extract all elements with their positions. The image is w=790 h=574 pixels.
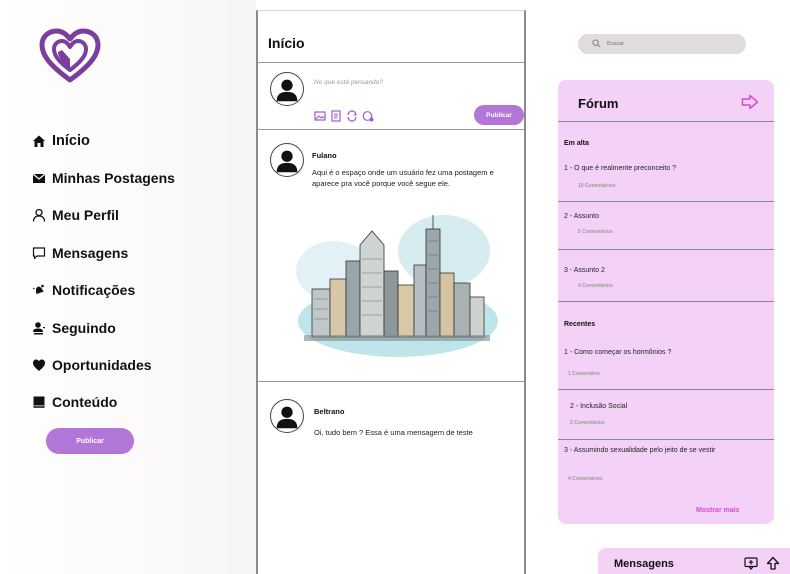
topic-title: 3 - Assunto 2 [564, 267, 605, 274]
nav-item-label: Seguindo [52, 319, 116, 336]
sidebar: Início Minhas Postagens Meu Perfil Mensa… [0, 0, 256, 574]
post-author[interactable]: Fulano [312, 151, 337, 160]
nav-item-label: Início [52, 132, 90, 149]
heart-icon [32, 358, 46, 372]
messages-bar-title: Mensagens [614, 558, 674, 570]
avatar[interactable] [270, 143, 304, 177]
nav-item-label: Minhas Postagens [52, 170, 175, 187]
divider [558, 201, 774, 202]
search-input[interactable] [607, 41, 727, 47]
divider [258, 381, 524, 382]
divider [558, 249, 774, 250]
nav-item-label: Meu Perfil [52, 207, 119, 224]
nav-item-label: Notificações [52, 282, 136, 299]
divider [558, 389, 774, 390]
topic-comments: 1 Comentário [568, 371, 600, 377]
forum-topic[interactable]: 3 - Assunto 2 4 Comentários [558, 264, 774, 304]
repost-icon[interactable] [346, 109, 358, 122]
chat-icon [32, 246, 46, 260]
topic-title: 2 - Inclusão Social [570, 403, 628, 410]
feed: Início No que está pensando? Publicar Fu… [256, 10, 526, 574]
nav-item-label: Oportunidades [52, 357, 152, 374]
nav-item-oportunidades[interactable]: Oportunidades [32, 346, 175, 383]
avatar[interactable] [270, 72, 304, 106]
post-text: Oi, tudo bem ? Essa é uma mensagem de te… [314, 428, 473, 437]
section-label-recent: Recentes [564, 321, 596, 328]
nav-item-inicio[interactable]: Início [32, 122, 175, 159]
forum-header: Fórum [558, 80, 774, 122]
composer-input[interactable]: No que está pensando? [314, 79, 383, 86]
topic-comments: 4 Comentários [568, 476, 603, 482]
emoji-icon[interactable] [362, 109, 374, 122]
topic-title: 1 - Como começar os hormônios ? [564, 349, 672, 356]
search-icon [592, 35, 601, 53]
heart-logo-icon[interactable] [38, 28, 102, 84]
nav-item-label: Conteúdo [52, 394, 118, 411]
show-more-link[interactable]: Mostrar mais [696, 507, 740, 514]
topic-comments: 10 Comentários [578, 183, 616, 189]
divider [558, 301, 774, 302]
bell-icon [32, 283, 46, 297]
forum-panel: Fórum Em alta 1 - O que é realmente prec… [558, 80, 774, 524]
user-icon [32, 208, 46, 223]
divider [258, 62, 524, 63]
divider [258, 129, 524, 130]
forum-topic[interactable]: 2 - Inclusão Social 2 Comentários [558, 400, 774, 438]
arrow-right-icon[interactable] [741, 94, 759, 110]
forum-topic[interactable]: 2 - Assunto 5 Comentários [558, 210, 774, 250]
sidebar-publish-button[interactable]: Publicar [46, 428, 134, 454]
topic-comments: 4 Comentários [578, 283, 613, 289]
topic-comments: 2 Comentários [570, 420, 605, 426]
avatar[interactable] [270, 399, 304, 433]
document-icon[interactable] [330, 109, 342, 122]
composer-publish-button[interactable]: Publicar [474, 105, 524, 125]
forum-topic[interactable]: 1 - Como começar os hormônios ? 1 Coment… [558, 346, 774, 386]
topic-comments: 5 Comentários [578, 229, 613, 235]
page-title: Início [268, 35, 305, 51]
messages-bar[interactable]: Mensagens [598, 548, 790, 574]
composer-toolbar [314, 109, 374, 122]
nav-item-meu-perfil[interactable]: Meu Perfil [32, 197, 175, 234]
users-icon [32, 321, 46, 335]
topic-title: 1 - O que é realmente preconceito ? [564, 165, 677, 172]
nav-item-label: Mensagens [52, 244, 129, 261]
divider [558, 439, 774, 440]
image-icon[interactable] [314, 109, 326, 121]
forum-topic[interactable]: 1 - O que é realmente preconceito ? 10 C… [558, 162, 774, 202]
section-label-trending: Em alta [564, 140, 589, 147]
main-nav: Início Minhas Postagens Meu Perfil Mensa… [32, 122, 175, 421]
topic-title: 3 - Assumindo sexualidade pelo jeito de … [564, 447, 716, 454]
new-message-icon[interactable] [744, 557, 758, 570]
home-icon [32, 134, 46, 148]
post-author[interactable]: Beltrano [314, 407, 344, 416]
forum-topic[interactable]: 3 - Assumindo sexualidade pelo jeito de … [558, 444, 774, 490]
nav-item-minhas-postagens[interactable]: Minhas Postagens [32, 159, 175, 196]
topic-title: 2 - Assunto [564, 213, 600, 220]
arrow-up-icon[interactable] [766, 556, 780, 570]
nav-item-notificacoes[interactable]: Notificações [32, 272, 175, 309]
post-image[interactable] [294, 211, 498, 363]
nav-item-conteudo[interactable]: Conteúdo [32, 384, 175, 421]
forum-title: Fórum [578, 96, 619, 111]
nav-item-seguindo[interactable]: Seguindo [32, 309, 175, 346]
search-bar[interactable] [578, 34, 746, 54]
book-icon [32, 395, 46, 409]
post-text: Aqui é o espaço onde um usuário fez uma … [312, 168, 494, 188]
envelope-icon [32, 171, 46, 185]
nav-item-mensagens[interactable]: Mensagens [32, 234, 175, 271]
